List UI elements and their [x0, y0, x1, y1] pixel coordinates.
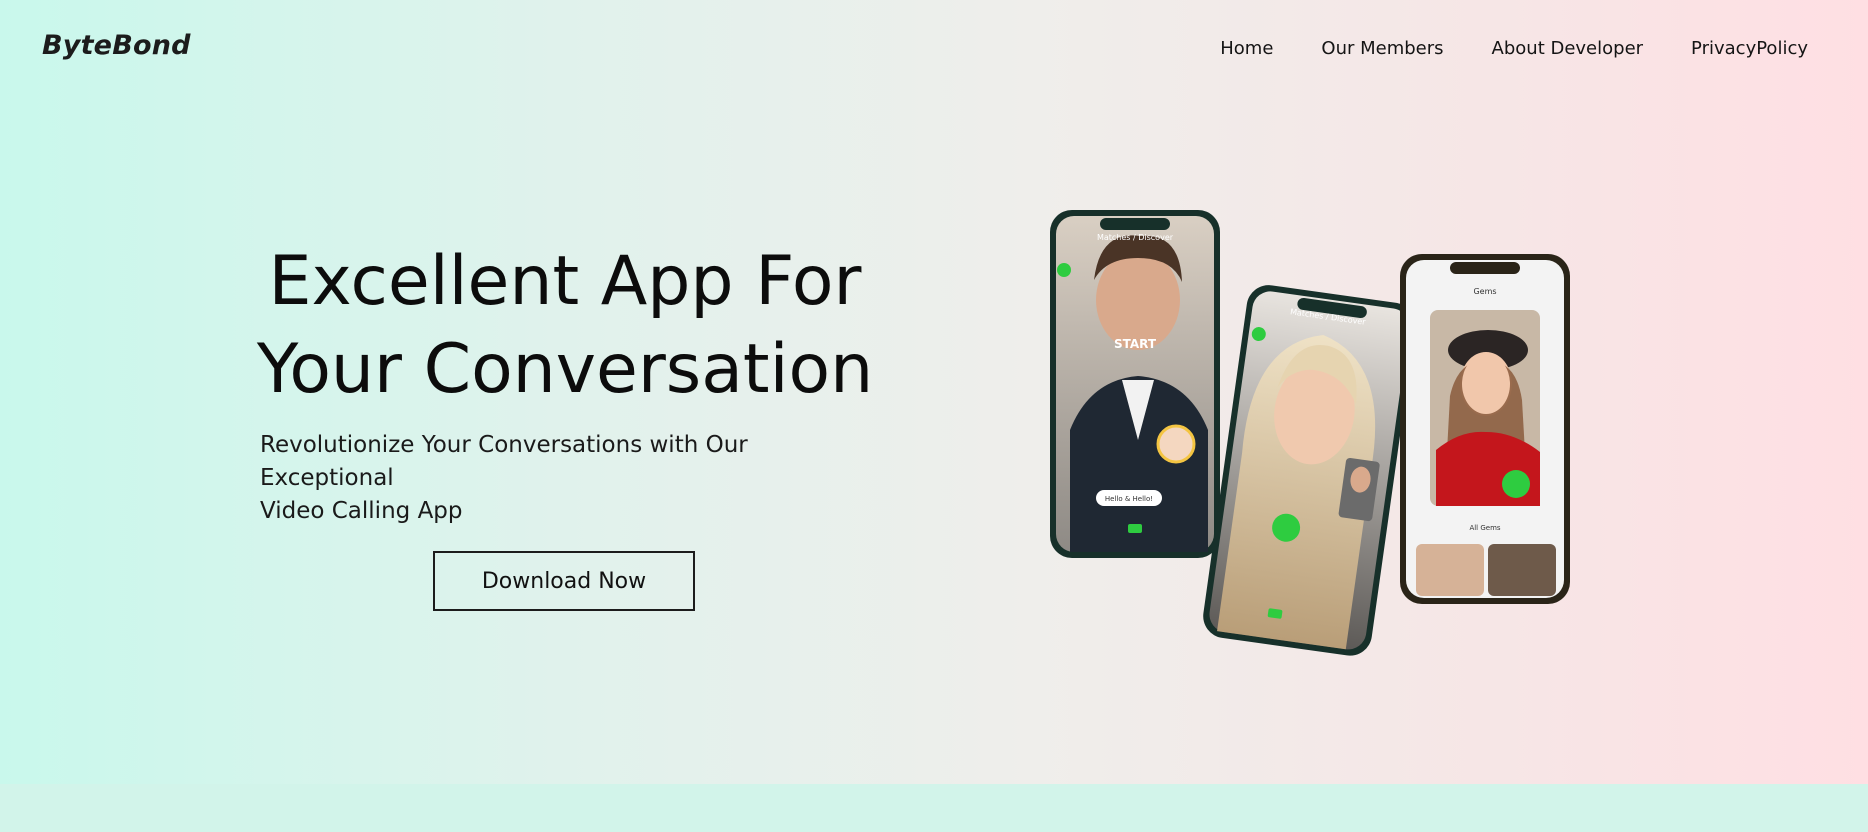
nav-about-developer[interactable]: About Developer	[1492, 38, 1644, 59]
phones-image: START Matches / Discover Hello & Hello!	[1050, 210, 1570, 656]
download-now-button[interactable]: Download Now	[433, 551, 695, 611]
headline-line-1: Excellent App For	[268, 242, 862, 321]
phone-middle: Matches / Discover	[1203, 285, 1416, 656]
hero-headline: Excellent App For Your Conversation	[200, 238, 930, 414]
phone-right: Gems All Gems	[1400, 254, 1570, 604]
bottom-band	[0, 784, 1868, 832]
headline-line-2: Your Conversation	[256, 330, 874, 409]
phones-illustration: START Matches / Discover Hello & Hello!	[1040, 200, 1580, 660]
subtitle-line-2: Video Calling App	[260, 498, 463, 524]
landing-page: ByteBond Home Our Members About Develope…	[0, 0, 1868, 832]
subtitle-line-1: Revolutionize Your Conversations with Ou…	[260, 432, 748, 491]
brand-logo[interactable]: ByteBond	[42, 30, 191, 61]
phone-left-tabs-label: Matches / Discover	[1097, 233, 1174, 242]
phone-left-chip: Hello & Hello!	[1105, 495, 1153, 503]
nav-home[interactable]: Home	[1220, 38, 1273, 59]
hero-subtitle: Revolutionize Your Conversations with Ou…	[260, 429, 880, 528]
hero-section: ByteBond Home Our Members About Develope…	[0, 0, 1868, 784]
nav-privacy-policy[interactable]: PrivacyPolicy	[1691, 38, 1808, 59]
top-nav: Home Our Members About Developer Privacy…	[1220, 38, 1808, 59]
nav-our-members[interactable]: Our Members	[1321, 38, 1443, 59]
phone-right-header: Gems	[1473, 287, 1496, 296]
phone-right-caption: All Gems	[1469, 524, 1500, 532]
phone-left: START Matches / Discover Hello & Hello!	[1050, 210, 1220, 558]
phone-left-start-label: START	[1114, 337, 1157, 351]
